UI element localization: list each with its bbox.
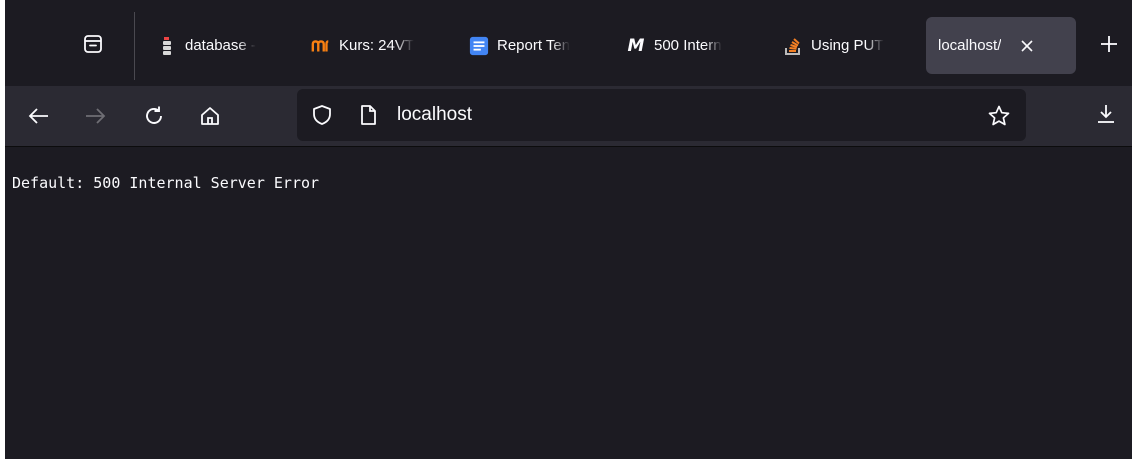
reload-icon[interactable] bbox=[141, 103, 167, 129]
database-favicon bbox=[157, 36, 177, 56]
tab-database[interactable]: database - bbox=[157, 17, 285, 74]
close-icon[interactable] bbox=[1019, 38, 1035, 54]
page-icon[interactable] bbox=[357, 104, 379, 126]
page-content: Default: 500 Internal Server Error bbox=[5, 147, 1132, 459]
home-icon[interactable] bbox=[197, 103, 223, 129]
tab-title: database - bbox=[185, 37, 256, 54]
plus-icon[interactable] bbox=[1098, 33, 1120, 55]
tab-title: Report Ten bbox=[497, 37, 571, 54]
tab-title: localhost/ bbox=[938, 37, 1002, 54]
tab-localhost[interactable]: localhost/ bbox=[926, 17, 1076, 74]
stackoverflow-favicon bbox=[783, 36, 803, 56]
browser-window: database - Kurs: 24VT Report Ten M 500 I… bbox=[5, 0, 1132, 459]
tab-kurs[interactable]: Kurs: 24VT bbox=[311, 17, 435, 74]
tab-title: Kurs: 24VT bbox=[339, 37, 415, 54]
tab-separator bbox=[134, 12, 135, 80]
tab-title: Using PUT bbox=[811, 37, 884, 54]
google-docs-favicon bbox=[469, 36, 489, 56]
mdn-favicon: M bbox=[627, 35, 645, 56]
tab-500-internal[interactable]: M 500 Intern bbox=[626, 17, 756, 74]
back-arrow-icon[interactable] bbox=[26, 103, 52, 129]
tab-strip: database - Kurs: 24VT Report Ten M 500 I… bbox=[5, 0, 1132, 86]
tab-using-put[interactable]: Using PUT bbox=[783, 17, 907, 74]
forward-arrow-icon[interactable] bbox=[82, 103, 108, 129]
shield-icon[interactable] bbox=[311, 104, 333, 126]
url-text[interactable]: localhost bbox=[397, 104, 472, 126]
navigation-toolbar: localhost bbox=[5, 86, 1132, 147]
tab-manager-icon[interactable] bbox=[81, 32, 105, 56]
download-icon[interactable] bbox=[1093, 101, 1119, 127]
star-icon[interactable] bbox=[987, 104, 1011, 128]
tab-report[interactable]: Report Ten bbox=[469, 17, 595, 74]
tab-title: 500 Intern bbox=[654, 37, 722, 54]
moodle-favicon bbox=[311, 36, 331, 56]
url-bar[interactable]: localhost bbox=[297, 89, 1026, 141]
error-message: Default: 500 Internal Server Error bbox=[12, 174, 320, 192]
